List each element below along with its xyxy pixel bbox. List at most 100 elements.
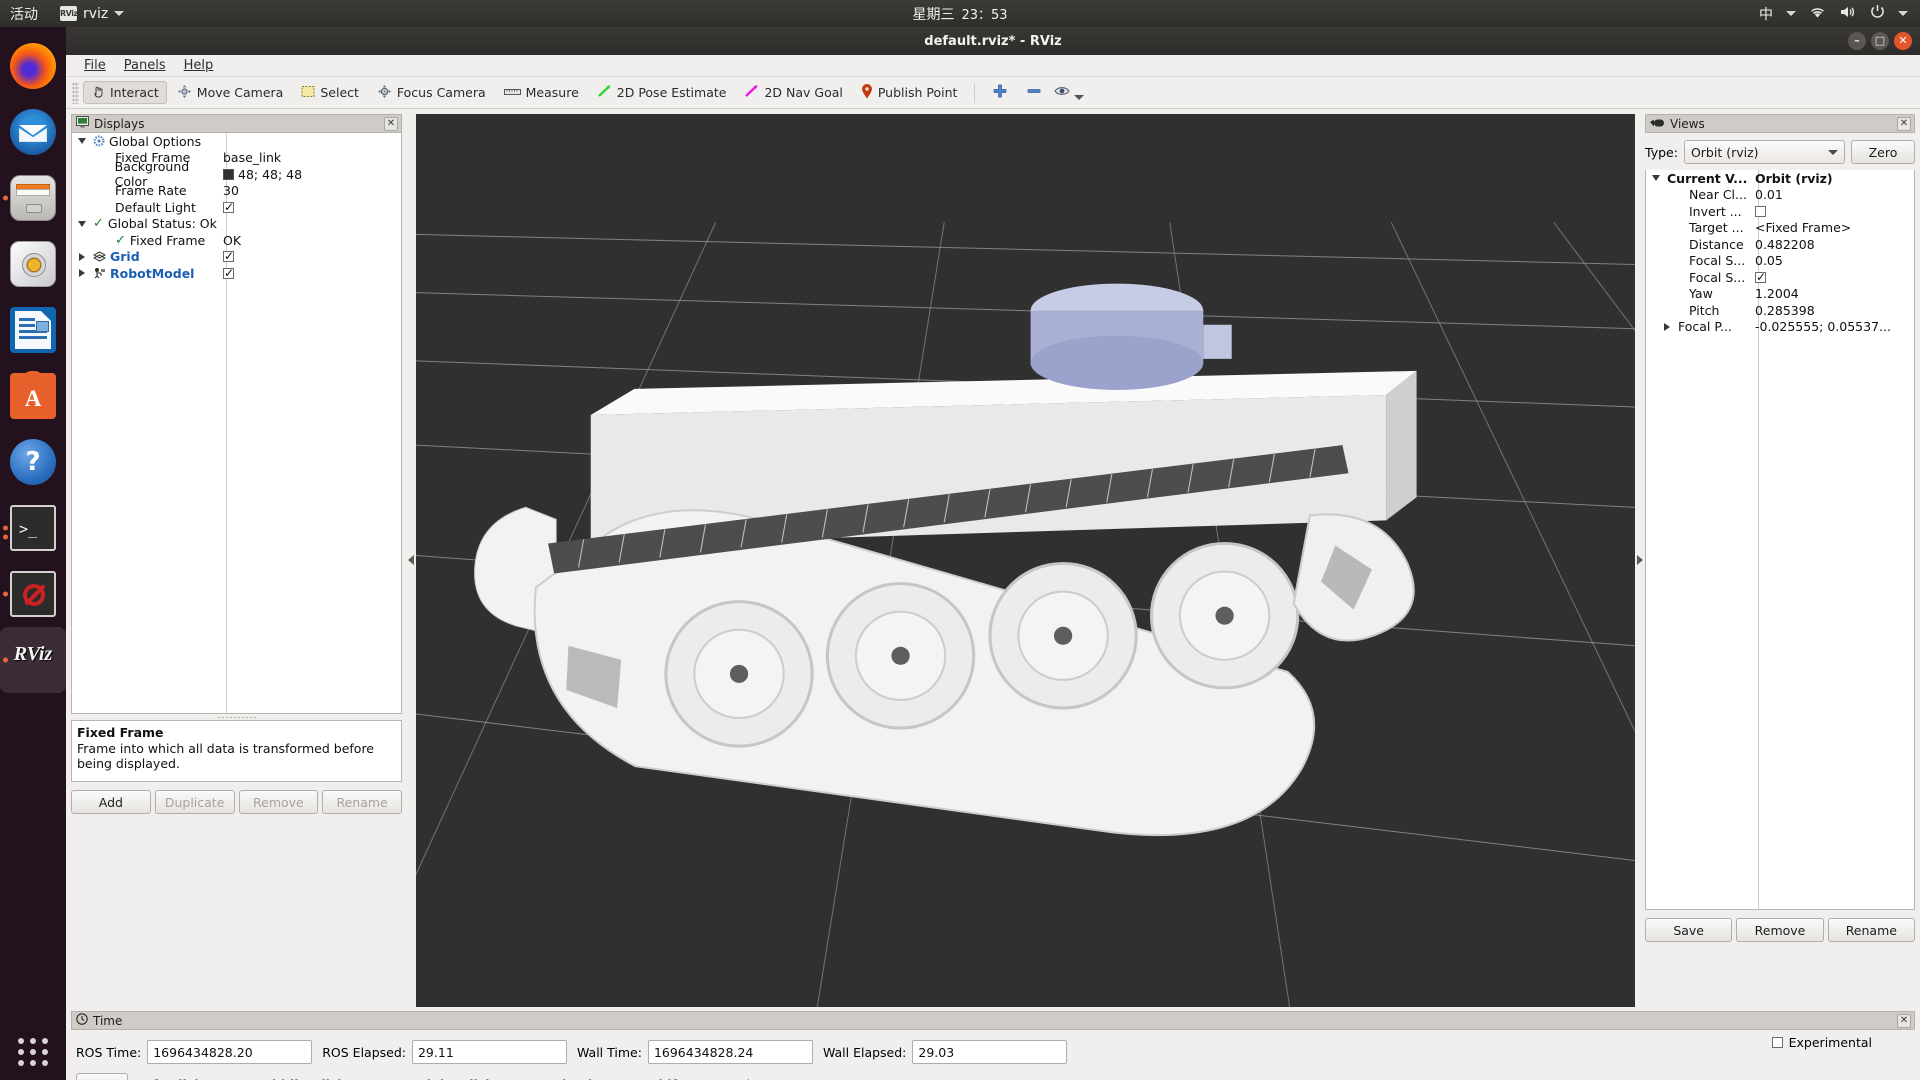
- tree-row[interactable]: Yaw 1.2004: [1646, 286, 1914, 303]
- tool-properties-button[interactable]: [1052, 82, 1092, 103]
- zero-button[interactable]: Zero: [1851, 140, 1915, 164]
- tool-focus-camera-button[interactable]: Focus Camera: [369, 81, 494, 105]
- tree-row[interactable]: Background Color 48; 48; 48: [72, 159, 401, 189]
- menu-panels[interactable]: Panels: [116, 56, 174, 75]
- time-field-input[interactable]: 29.03: [912, 1040, 1068, 1064]
- view-type-select[interactable]: Orbit (rviz): [1683, 140, 1845, 164]
- tree-row-value[interactable]: -0.025555; 0.05537...: [1755, 319, 1891, 334]
- chevron-down-icon[interactable]: [1786, 11, 1796, 16]
- tool-2d-nav-goal-button[interactable]: 2D Nav Goal: [736, 81, 850, 104]
- tree-row-value[interactable]: [223, 200, 234, 214]
- maximize-button[interactable]: □: [1871, 32, 1889, 50]
- dock-item-help[interactable]: ?: [0, 429, 66, 495]
- tree-row-value[interactable]: Orbit (rviz): [1755, 171, 1833, 186]
- tree-row[interactable]: Grid: [72, 249, 401, 266]
- tree-expander[interactable]: [1660, 322, 1674, 331]
- dock-item-thunderbird[interactable]: [0, 99, 66, 165]
- time-field-input[interactable]: 1696434828.20: [147, 1040, 313, 1064]
- dock-item-ubuntu-software[interactable]: A: [0, 363, 66, 429]
- tree-row-value[interactable]: 48; 48; 48: [223, 167, 302, 182]
- close-icon[interactable]: ✕: [1897, 117, 1911, 131]
- show-applications-button[interactable]: [0, 1038, 66, 1066]
- menu-help[interactable]: Help: [176, 56, 222, 75]
- ime-indicator[interactable]: 中: [1759, 4, 1773, 24]
- tree-row[interactable]: Distance 0.482208: [1646, 236, 1914, 253]
- tree-row[interactable]: Near Cl... 0.01: [1646, 187, 1914, 204]
- tree-row-value[interactable]: base_link: [223, 150, 281, 165]
- views-tree[interactable]: Current V... Orbit (rviz) Near Cl... 0.01 In…: [1645, 170, 1915, 910]
- reset-button[interactable]: Reset: [76, 1073, 128, 1080]
- experimental-checkbox[interactable]: [1771, 1037, 1783, 1048]
- clock-button[interactable]: 星期三 23：53: [912, 4, 1007, 24]
- expander-collapse-icon[interactable]: [78, 220, 86, 227]
- tree-expander[interactable]: [75, 220, 89, 227]
- 3d-viewport[interactable]: [416, 114, 1635, 1007]
- tree-expander[interactable]: [1649, 175, 1663, 182]
- collapse-right-icon[interactable]: [1637, 555, 1643, 565]
- views-rename-button[interactable]: Rename: [1827, 918, 1915, 942]
- tree-row-value[interactable]: 0.01: [1755, 187, 1783, 202]
- tool-measure-button[interactable]: Measure: [496, 82, 587, 103]
- tool-interact-button[interactable]: Interact: [83, 81, 167, 104]
- tool-move-camera-button[interactable]: Move Camera: [169, 81, 292, 105]
- tree-row[interactable]: ✓ Global Status: Ok: [72, 216, 401, 233]
- views-remove-button[interactable]: Remove: [1736, 918, 1824, 942]
- tree-row-value[interactable]: 0.285398: [1755, 303, 1815, 318]
- chevron-down-icon[interactable]: [1898, 11, 1908, 16]
- wifi-icon[interactable]: [1809, 5, 1826, 23]
- tree-row[interactable]: Frame Rate 30: [72, 183, 401, 200]
- tree-row[interactable]: Focal S...: [1646, 269, 1914, 286]
- right-splitter[interactable]: [1635, 109, 1645, 1011]
- expander-expand-icon[interactable]: [79, 252, 85, 261]
- dock-item-libreoffice-writer[interactable]: [0, 297, 66, 363]
- expander-collapse-icon[interactable]: [1652, 175, 1660, 182]
- row-checkbox[interactable]: [1755, 205, 1766, 217]
- tree-row-value[interactable]: <Fixed Frame>: [1755, 220, 1851, 235]
- tree-expander[interactable]: [75, 269, 89, 278]
- tree-row-value[interactable]: 30: [223, 183, 239, 198]
- tool-publish-point-button[interactable]: Publish Point: [853, 81, 966, 105]
- remove-tool-button[interactable]: [1018, 80, 1050, 105]
- collapse-left-icon[interactable]: [408, 555, 414, 565]
- tree-row[interactable]: Focal P... -0.025555; 0.05537...: [1646, 319, 1914, 336]
- expander-expand-icon[interactable]: [79, 269, 85, 278]
- tree-row-value[interactable]: [223, 249, 234, 263]
- dock-item-files[interactable]: [0, 165, 66, 231]
- tree-row[interactable]: Global Options: [72, 133, 401, 150]
- row-checkbox[interactable]: [223, 266, 234, 280]
- left-splitter[interactable]: [406, 109, 416, 1011]
- close-button[interactable]: ✕: [1894, 32, 1912, 50]
- toolbar-grip[interactable]: [72, 81, 79, 104]
- add-tool-button[interactable]: [984, 80, 1016, 105]
- tree-row[interactable]: Target ... <Fixed Frame>: [1646, 220, 1914, 237]
- row-checkbox[interactable]: [223, 249, 234, 263]
- tree-row[interactable]: Invert ...: [1646, 203, 1914, 220]
- dock-item-terminal[interactable]: >_: [0, 495, 66, 561]
- tree-row-value[interactable]: [1755, 270, 1766, 284]
- displays-tree[interactable]: Global Options Fixed Frame base_link Backgr…: [71, 133, 402, 714]
- tree-row-value[interactable]: 0.482208: [1755, 237, 1815, 252]
- close-icon[interactable]: ✕: [384, 117, 398, 131]
- menu-file[interactable]: File: [76, 56, 114, 75]
- row-checkbox[interactable]: [1755, 270, 1766, 284]
- render-canvas[interactable]: [416, 114, 1635, 1007]
- app-menu-button[interactable]: RViz rviz: [60, 6, 125, 22]
- dock-item-rhythmbox[interactable]: [0, 231, 66, 297]
- color-swatch[interactable]: [223, 168, 234, 180]
- tool-select-button[interactable]: Select: [293, 82, 367, 104]
- minimize-button[interactable]: –: [1848, 32, 1866, 50]
- chevron-down-icon[interactable]: [1074, 95, 1085, 100]
- tree-row[interactable]: RobotModel: [72, 265, 401, 282]
- tree-expander[interactable]: [75, 138, 89, 145]
- tree-row[interactable]: Focal S... 0.05: [1646, 253, 1914, 270]
- time-field-input[interactable]: 29.11: [411, 1040, 567, 1064]
- dock-item-terminal-blocked[interactable]: [0, 561, 66, 627]
- tree-row[interactable]: ✓ Fixed Frame OK: [72, 232, 401, 249]
- tree-row[interactable]: Default Light: [72, 199, 401, 216]
- tree-row-value[interactable]: OK: [223, 233, 241, 248]
- time-field-input[interactable]: 1696434828.24: [647, 1040, 813, 1064]
- tree-row-value[interactable]: 1.2004: [1755, 286, 1799, 301]
- experimental-toggle[interactable]: Experimental: [1771, 1035, 1872, 1050]
- tree-row-value[interactable]: [223, 266, 234, 280]
- dock-item-firefox[interactable]: [0, 33, 66, 99]
